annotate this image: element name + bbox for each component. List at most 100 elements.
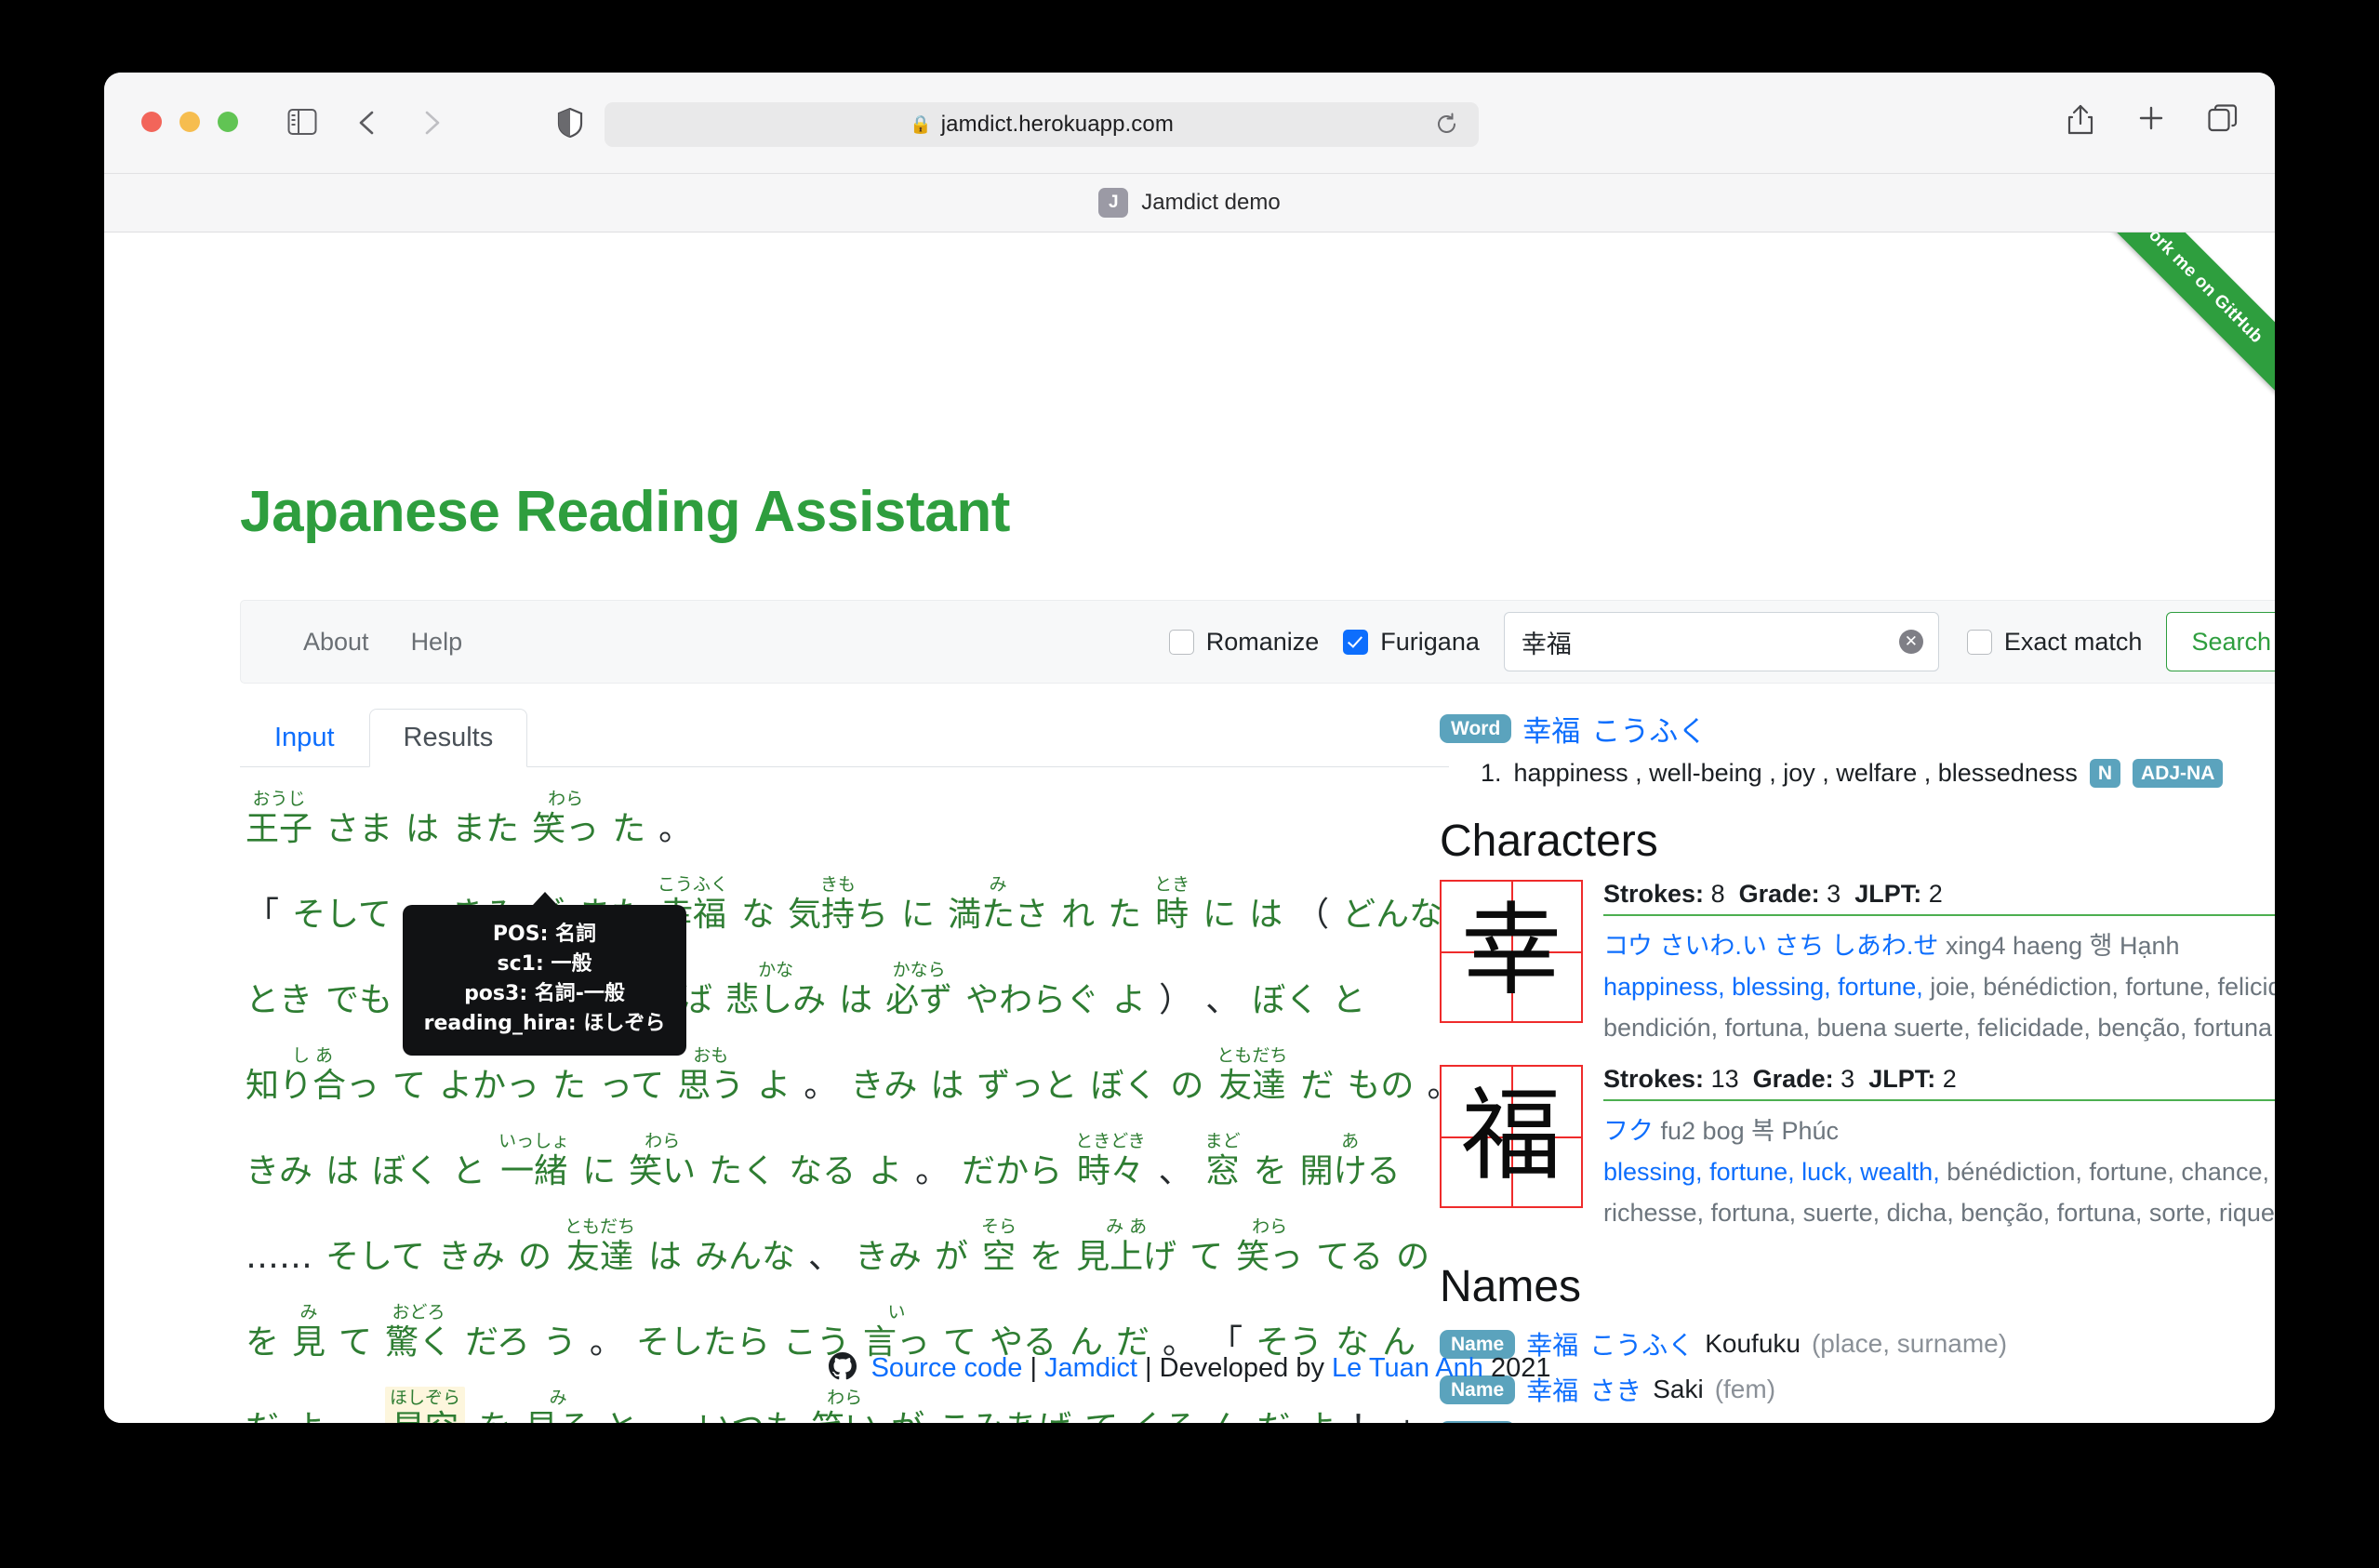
text-token[interactable]: さま bbox=[326, 788, 392, 849]
text-token[interactable]: おうじ 王子 bbox=[246, 788, 312, 849]
text-token[interactable]: わら 笑っ bbox=[1236, 1216, 1303, 1277]
text-token[interactable]: 。 bbox=[915, 1130, 949, 1191]
text-token[interactable]: は bbox=[648, 1216, 682, 1277]
text-token[interactable]: どんな bbox=[1342, 873, 1442, 935]
text-token[interactable]: でも bbox=[326, 959, 392, 1020]
romanize-checkbox[interactable] bbox=[1168, 629, 1194, 655]
text-token[interactable]: 、 bbox=[808, 1216, 842, 1277]
text-token[interactable]: そして bbox=[292, 873, 392, 935]
text-token[interactable]: よ bbox=[1112, 959, 1146, 1020]
text-token[interactable]: やわらぐ bbox=[965, 959, 1099, 1020]
text-token[interactable]: み あ見上げ bbox=[1076, 1216, 1176, 1277]
text-token[interactable]: ともだち 友達 bbox=[1216, 1044, 1287, 1106]
name-kanji[interactable]: 幸福 bbox=[1526, 1416, 1578, 1423]
text-token[interactable]: よ bbox=[1304, 1387, 1337, 1423]
text-token[interactable]: なる bbox=[789, 1130, 856, 1191]
text-token[interactable]: あ開ける bbox=[1300, 1130, 1401, 1191]
forward-icon[interactable] bbox=[418, 108, 445, 138]
clear-icon[interactable]: ✕ bbox=[1898, 630, 1923, 654]
word-kanji[interactable]: 幸福 bbox=[1522, 708, 1580, 750]
text-token[interactable]: を bbox=[478, 1387, 512, 1423]
text-token[interactable]: そして bbox=[326, 1216, 425, 1277]
text-token[interactable]: くる bbox=[1131, 1387, 1197, 1423]
reload-icon[interactable] bbox=[1435, 113, 1458, 136]
meanings-english[interactable]: blessing, fortune, luck, wealth, bbox=[1603, 1158, 1940, 1186]
new-tab-icon[interactable] bbox=[2137, 104, 2167, 136]
text-token[interactable]: もの bbox=[1347, 1044, 1414, 1106]
text-token[interactable]: が bbox=[891, 1387, 924, 1423]
search-input[interactable]: 幸福 ✕ bbox=[1503, 612, 1939, 671]
text-token[interactable]: （ bbox=[1296, 873, 1329, 935]
fork-me-ribbon[interactable]: Fork me on GitHub bbox=[2075, 233, 2275, 409]
sidebar-icon[interactable] bbox=[287, 108, 317, 136]
exact-match-checkbox-group[interactable]: Exact match bbox=[1966, 628, 2142, 657]
text-token[interactable]: と bbox=[605, 1387, 638, 1423]
text-token[interactable]: に bbox=[582, 1130, 616, 1191]
text-token[interactable]: かなら 必ず bbox=[885, 959, 952, 1020]
text-token[interactable]: 」 bbox=[1397, 1387, 1430, 1423]
text-token[interactable]: きみ bbox=[850, 1044, 917, 1106]
text-token[interactable]: ん bbox=[1210, 1387, 1243, 1423]
text-token[interactable]: きみ bbox=[438, 1216, 505, 1277]
source-code-link[interactable]: Source code bbox=[871, 1353, 1023, 1383]
jamdict-link[interactable]: Jamdict bbox=[1044, 1353, 1137, 1383]
text-token[interactable]: とき時 bbox=[1154, 873, 1190, 935]
text-token[interactable]: 、 bbox=[1205, 959, 1239, 1020]
text-token[interactable]: ） bbox=[1159, 959, 1192, 1020]
text-token[interactable]: を bbox=[1030, 1216, 1063, 1277]
text-token[interactable]: 。 bbox=[804, 1044, 837, 1106]
text-token[interactable]: を bbox=[1254, 1130, 1287, 1191]
furigana-checkbox[interactable] bbox=[1343, 629, 1369, 655]
browser-tab[interactable]: J Jamdict demo bbox=[1098, 188, 1281, 218]
text-token[interactable]: が bbox=[935, 1216, 968, 1277]
text-token[interactable]: た bbox=[1108, 873, 1141, 935]
text-token[interactable]: ともだち 友達 bbox=[565, 1216, 635, 1277]
address-bar[interactable]: 🔒 jamdict.herokuapp.com bbox=[605, 102, 1479, 147]
furigana-checkbox-group[interactable]: Furigana bbox=[1343, 628, 1480, 657]
text-token[interactable]: わら笑い bbox=[811, 1387, 878, 1423]
text-token[interactable]: の bbox=[518, 1216, 552, 1277]
text-token[interactable]: …… bbox=[246, 1216, 312, 1277]
back-icon[interactable] bbox=[353, 108, 381, 138]
text-token[interactable]: し あ知り合っ bbox=[246, 1044, 379, 1106]
text-token[interactable]: は bbox=[405, 788, 439, 849]
text-token[interactable]: よ bbox=[869, 1130, 902, 1191]
text-token[interactable]: とき bbox=[246, 959, 312, 1020]
zoom-window-button[interactable] bbox=[218, 112, 238, 132]
text-token[interactable]: 。 bbox=[339, 1387, 372, 1423]
text-token[interactable]: 、 bbox=[1159, 1130, 1192, 1191]
text-token[interactable]: は bbox=[1249, 873, 1283, 935]
romanize-checkbox-group[interactable]: Romanize bbox=[1168, 628, 1319, 657]
text-token[interactable]: こみあげ bbox=[937, 1387, 1071, 1423]
shield-icon[interactable] bbox=[557, 107, 583, 139]
text-token[interactable]: いっしょ 一緒 bbox=[498, 1130, 569, 1191]
text-token[interactable]: だから bbox=[962, 1130, 1062, 1191]
text-token[interactable]: と bbox=[1332, 959, 1365, 1020]
text-token[interactable]: おも 思う bbox=[677, 1044, 744, 1106]
meanings-english[interactable]: happiness, blessing, fortune, bbox=[1603, 973, 1923, 1001]
readings-japanese[interactable]: コウ さいわ.い さち しあわ.せ bbox=[1603, 932, 1938, 960]
text-token[interactable]: に bbox=[901, 873, 935, 935]
text-token[interactable]: わら 笑っ bbox=[532, 788, 599, 849]
author-link[interactable]: Le Tuan Anh bbox=[1332, 1353, 1483, 1383]
name-kana[interactable]: しあわせ bbox=[1589, 1416, 1694, 1423]
text-token[interactable]: だ bbox=[246, 1387, 279, 1423]
text-token[interactable]: は bbox=[839, 959, 872, 1020]
text-token[interactable]: ずっと bbox=[977, 1044, 1077, 1106]
text-token[interactable]: と bbox=[452, 1130, 485, 1191]
text-token[interactable]: わら笑い bbox=[629, 1130, 696, 1191]
text-token[interactable]: た bbox=[612, 788, 645, 849]
readings-japanese[interactable]: フク bbox=[1603, 1117, 1654, 1145]
text-token[interactable]: きみ bbox=[246, 1130, 312, 1191]
text-token[interactable]: また bbox=[452, 788, 519, 849]
word-kana[interactable]: こうふく bbox=[1591, 708, 1707, 750]
text-token[interactable]: 「 bbox=[246, 873, 279, 935]
share-icon[interactable] bbox=[2067, 104, 2096, 136]
text-token[interactable]: よ bbox=[292, 1387, 326, 1423]
text-token[interactable]: れ bbox=[1061, 873, 1095, 935]
close-window-button[interactable] bbox=[141, 112, 162, 132]
text-token[interactable]: み満たさ bbox=[948, 873, 1048, 935]
text-token[interactable]: よ bbox=[757, 1044, 791, 1106]
text-token[interactable]: みんな bbox=[695, 1216, 795, 1277]
text-token[interactable]: だ bbox=[1300, 1044, 1334, 1106]
